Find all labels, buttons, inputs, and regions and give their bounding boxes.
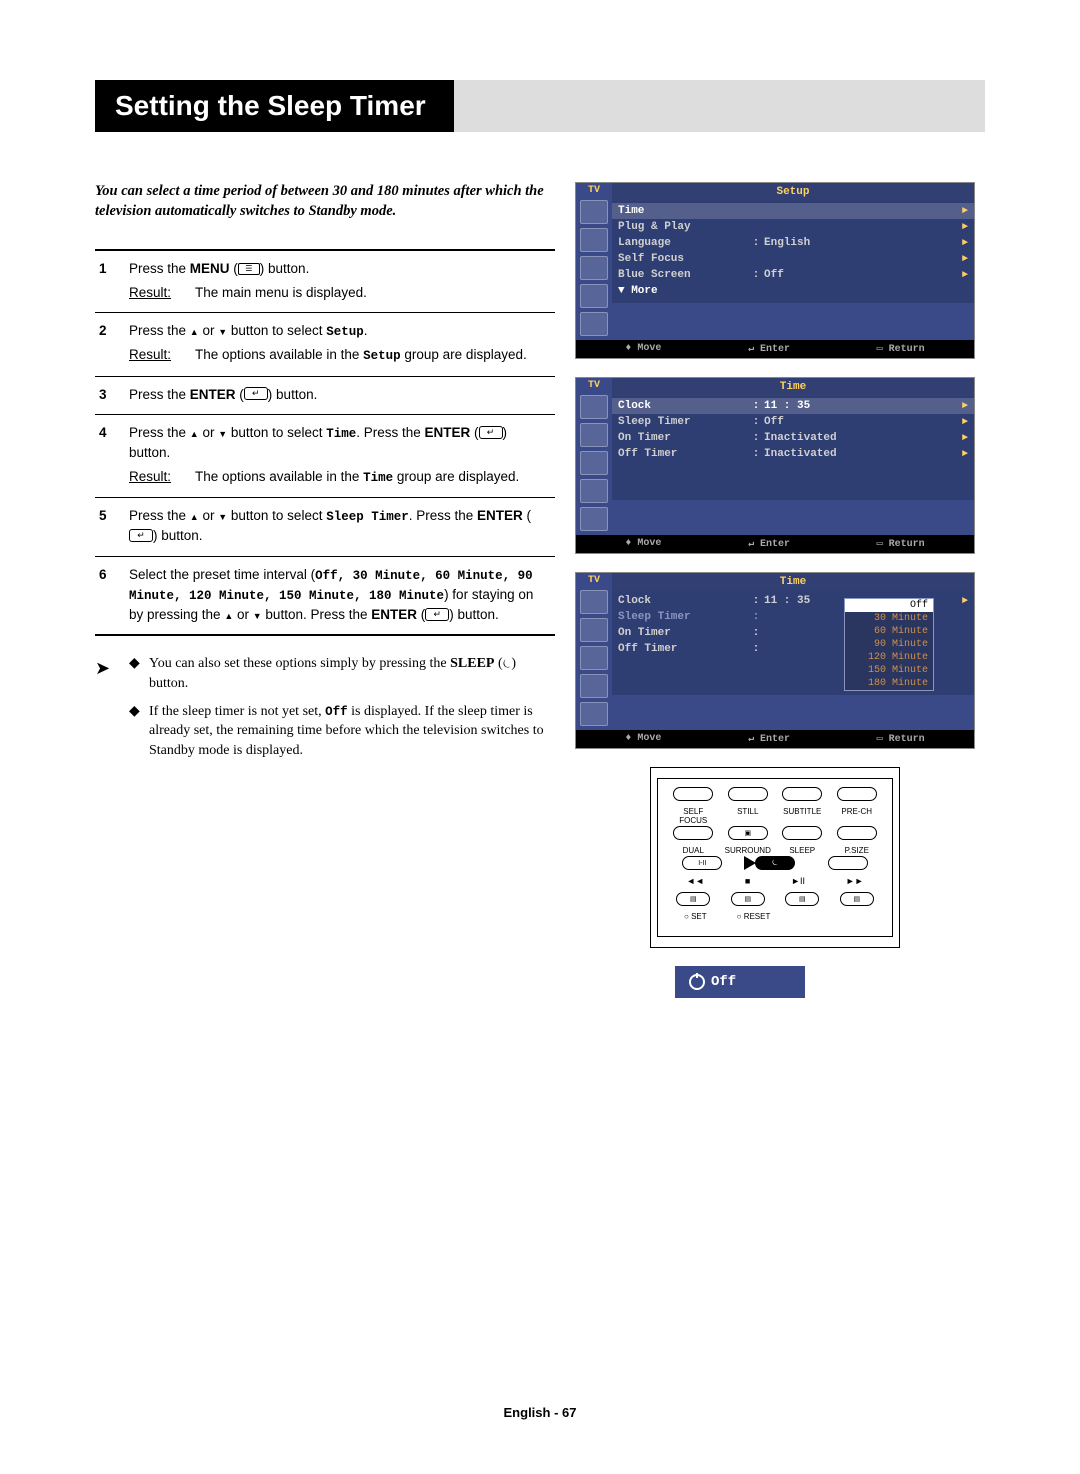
remote-button	[782, 826, 822, 840]
down-icon	[218, 425, 227, 440]
osd-icon	[580, 423, 608, 447]
up-icon	[190, 425, 199, 440]
down-icon	[253, 607, 262, 622]
osd-time: TV Time Clock:11 : 35► Sleep Timer:Off► …	[575, 377, 975, 554]
osd-icon	[580, 674, 608, 698]
sleep-button	[755, 856, 795, 870]
down-icon	[218, 508, 227, 523]
osd-icon	[580, 200, 608, 224]
step-6: 6 Select the preset time interval (Off, …	[95, 557, 555, 637]
steps-list: 1 Press the MENU (☰) button. Result:The …	[95, 249, 555, 636]
enter-icon	[244, 387, 268, 400]
osd-icon	[580, 479, 608, 503]
note-1: ◆ You can also set these options simply …	[129, 654, 555, 693]
intro-text: You can select a time period of between …	[95, 182, 555, 221]
remote-button: ▣	[728, 826, 768, 840]
remote-button	[673, 787, 713, 801]
note-arrow-icon: ➤	[95, 654, 129, 768]
remote-button	[828, 856, 868, 870]
up-icon	[224, 607, 233, 622]
remote-button	[837, 826, 877, 840]
osd-icon	[580, 312, 608, 336]
osd-icon	[580, 618, 608, 642]
notes: ➤ ◆ You can also set these options simpl…	[95, 654, 555, 768]
dual-button: I-II	[682, 856, 722, 870]
step-5: 5 Press the or button to select Sleep Ti…	[95, 498, 555, 557]
remote-button: ▤	[785, 892, 819, 906]
osd-icon	[580, 646, 608, 670]
osd-icon	[580, 284, 608, 308]
step-2: 2 Press the or button to select Setup. R…	[95, 313, 555, 376]
osd-icon	[580, 507, 608, 531]
remote-button	[728, 787, 768, 801]
osd-time-dropdown: TV Time Clock:11 : 35► Sleep Timer: On T…	[575, 572, 975, 749]
down-icon	[218, 323, 227, 338]
up-icon	[190, 323, 199, 338]
sleep-timer-dropdown: Off 30 Minute 60 Minute 90 Minute 120 Mi…	[844, 598, 934, 691]
remote-button	[782, 787, 822, 801]
remote-button: ▤	[731, 892, 765, 906]
enter-icon	[129, 529, 153, 542]
osd-icon	[580, 256, 608, 280]
up-icon	[190, 508, 199, 523]
step-4: 4 Press the or button to select Time. Pr…	[95, 415, 555, 498]
highlight-arrow-icon	[744, 856, 756, 870]
osd-icon	[580, 228, 608, 252]
page-footer: English - 67	[0, 1405, 1080, 1420]
menu-icon: ☰	[238, 263, 260, 275]
osd-setup: TV Setup Time► Plug & Play► Language:Eng…	[575, 182, 975, 359]
osd-icon	[580, 590, 608, 614]
clock-icon	[689, 974, 705, 990]
osd-icon	[580, 451, 608, 475]
note-2: ◆ If the sleep timer is not yet set, Off…	[129, 702, 555, 761]
enter-icon	[479, 426, 503, 439]
remote-button	[837, 787, 877, 801]
page-title: Setting the Sleep Timer	[105, 80, 454, 132]
step-1: 1 Press the MENU (☰) button. Result:The …	[95, 251, 555, 313]
osd-icon	[580, 395, 608, 419]
remote-button	[673, 826, 713, 840]
page-title-bar: Setting the Sleep Timer	[95, 80, 985, 132]
osd-icon	[580, 702, 608, 726]
remote-button: ▤	[676, 892, 710, 906]
enter-icon	[425, 608, 449, 621]
step-3: 3 Press the ENTER () button.	[95, 377, 555, 416]
remote-button: ▤	[840, 892, 874, 906]
off-indicator: Off	[675, 966, 805, 998]
remote-illustration: SELF FOCUSSTILLSUBTITLEPRE-CH ▣ DUALSURR…	[650, 767, 900, 948]
